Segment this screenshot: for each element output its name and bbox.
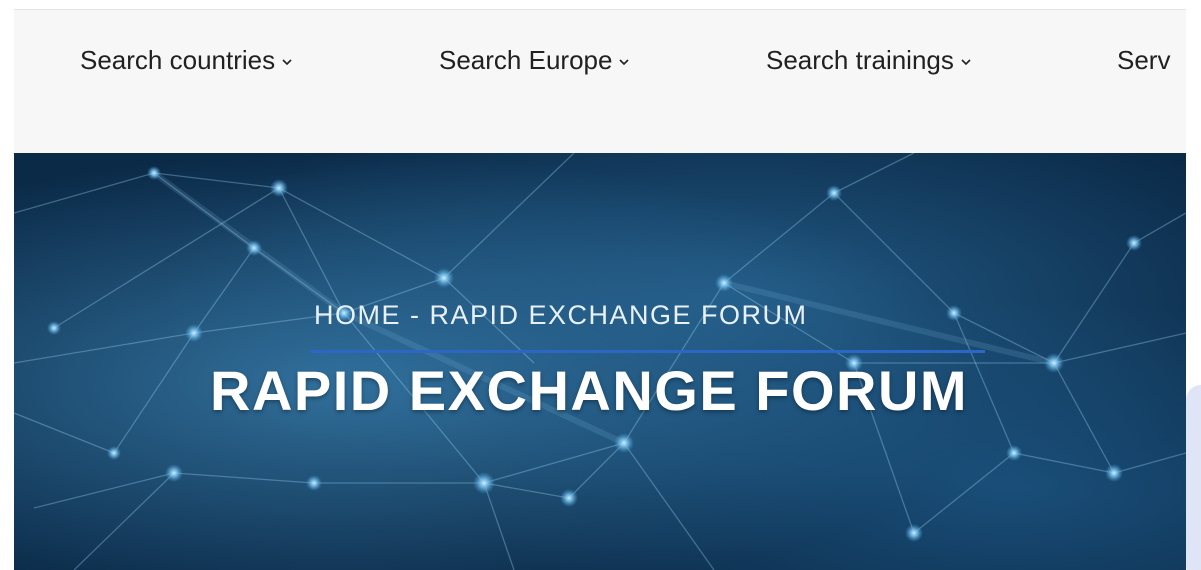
breadcrumb-home-link[interactable]: HOME <box>314 300 401 330</box>
side-tab[interactable] <box>1186 385 1201 570</box>
breadcrumb-underline <box>310 350 985 353</box>
nav-item-label: Search trainings <box>766 45 954 75</box>
nav-item-search-europe[interactable]: Search Europe <box>439 40 630 80</box>
nav-item-label: Search countries <box>80 45 276 75</box>
chevron-down-icon <box>282 59 292 66</box>
breadcrumb-current: RAPID EXCHANGE FORUM <box>429 300 808 330</box>
main-navbar: Search countries Search Europe Search tr… <box>14 10 1186 153</box>
breadcrumb: HOME - RAPID EXCHANGE FORUM <box>314 300 808 331</box>
chevron-down-icon <box>961 59 971 66</box>
nav-item-search-trainings[interactable]: Search trainings <box>766 40 972 80</box>
hero-banner: HOME - RAPID EXCHANGE FORUM RAPID EXCHAN… <box>14 153 1186 570</box>
chevron-down-icon <box>619 59 630 66</box>
breadcrumb-separator: - <box>401 300 430 330</box>
nav-item-services[interactable]: Serv <box>1117 40 1170 80</box>
nav-item-search-countries[interactable]: Search countries <box>80 40 293 80</box>
page: Search countries Search Europe Search tr… <box>0 0 1201 570</box>
nav-item-label: Serv <box>1117 45 1171 75</box>
nav-item-label: Search Europe <box>439 45 613 75</box>
page-title: RAPID EXCHANGE FORUM <box>210 359 969 422</box>
